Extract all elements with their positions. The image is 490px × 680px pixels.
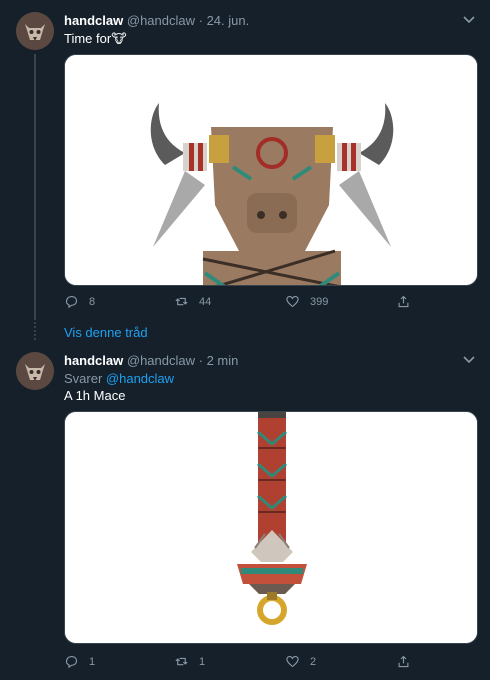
- retweet-icon: [175, 297, 188, 306]
- mace-illustration-icon: [65, 412, 477, 643]
- tweet-text: Time for🐮: [64, 31, 127, 47]
- reply-button[interactable]: 1: [64, 654, 95, 669]
- timestamp[interactable]: · 2 min: [199, 353, 239, 368]
- like-button[interactable]: 399: [285, 294, 328, 309]
- tweet-body: Time for: [64, 31, 112, 46]
- reply-button[interactable]: 8: [64, 294, 95, 309]
- like-button[interactable]: 2: [285, 654, 316, 669]
- share-button[interactable]: [396, 294, 421, 309]
- reply-count: 1: [89, 655, 96, 668]
- heart-icon: [286, 655, 299, 668]
- bull-totem-illustration-icon: [65, 55, 477, 285]
- like-count: 2: [310, 655, 317, 668]
- action-bar: 1 1 2: [64, 654, 424, 674]
- user-handle[interactable]: @handclaw: [127, 13, 195, 28]
- display-name[interactable]: handclaw: [64, 353, 123, 368]
- avatar[interactable]: [16, 352, 54, 390]
- like-count: 399: [310, 295, 329, 308]
- skull-avatar-icon: [16, 352, 54, 390]
- thread-line: [34, 54, 36, 320]
- tweet-text: A 1h Mace: [64, 388, 126, 403]
- reply-count: 8: [89, 295, 96, 308]
- chevron-down-icon[interactable]: [462, 14, 476, 24]
- show-thread-link[interactable]: Vis denne tråd: [64, 325, 148, 340]
- retweet-button[interactable]: 44: [174, 294, 211, 309]
- reply-prefix: Svarer: [64, 371, 103, 386]
- thread-dots: [34, 322, 36, 342]
- timestamp[interactable]: · 24. jun.: [199, 13, 250, 28]
- replying-to: Svarer @handclaw: [64, 371, 174, 386]
- avatar[interactable]: [16, 12, 54, 50]
- retweet-button[interactable]: 1: [174, 654, 205, 669]
- heart-icon: [286, 295, 299, 308]
- share-icon: [398, 655, 409, 668]
- cow-emoji: 🐮: [111, 31, 127, 46]
- tweet-image[interactable]: [64, 54, 478, 286]
- user-handle[interactable]: @handclaw: [127, 353, 195, 368]
- skull-avatar-icon: [16, 12, 54, 50]
- retweet-count: 1: [199, 655, 206, 668]
- share-button[interactable]: [396, 654, 421, 669]
- tweet-image[interactable]: [64, 411, 478, 644]
- tweet-1[interactable]: handclaw @handclaw · 24. jun. Time for🐮: [0, 0, 490, 322]
- reply-mention-link[interactable]: @handclaw: [106, 371, 174, 386]
- reply-icon: [65, 295, 78, 309]
- reply-icon: [65, 655, 78, 669]
- share-icon: [398, 295, 409, 308]
- tweet-2[interactable]: handclaw @handclaw · 2 min Svarer @handc…: [0, 344, 490, 680]
- chevron-down-icon[interactable]: [462, 354, 476, 364]
- display-name[interactable]: handclaw: [64, 13, 123, 28]
- tweet-header: handclaw @handclaw · 2 min: [64, 353, 238, 368]
- tweet-header: handclaw @handclaw · 24. jun.: [64, 13, 249, 28]
- retweet-icon: [175, 657, 188, 666]
- retweet-count: 44: [199, 295, 212, 308]
- action-bar: 8 44 399: [64, 294, 424, 314]
